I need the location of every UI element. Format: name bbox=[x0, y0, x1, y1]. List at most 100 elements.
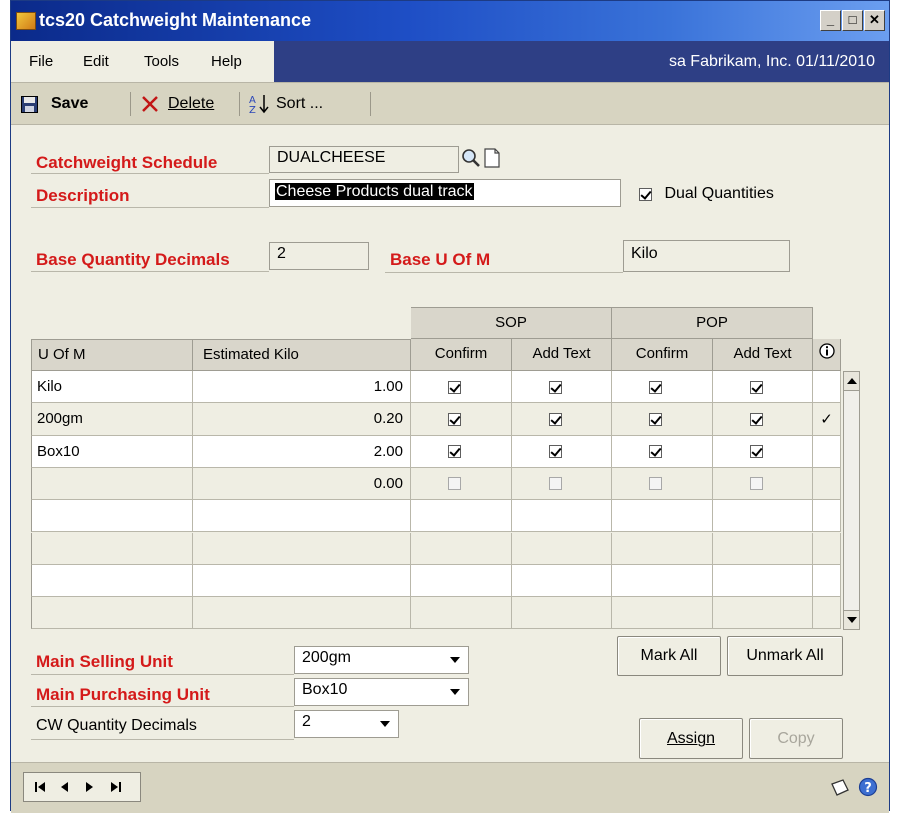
menu-help[interactable]: Help bbox=[211, 53, 242, 70]
table-row[interactable] bbox=[31, 597, 841, 630]
previous-record-icon[interactable] bbox=[60, 781, 70, 793]
sop-confirm-cell[interactable] bbox=[411, 435, 512, 468]
estimated-kilo-cell[interactable] bbox=[193, 597, 411, 630]
pop-add-text-checkbox[interactable] bbox=[750, 445, 763, 459]
uom-cell[interactable] bbox=[31, 597, 193, 630]
dual-quantities-checkbox[interactable]: Dual Quantities bbox=[639, 185, 774, 203]
pop-confirm-cell[interactable] bbox=[612, 371, 713, 404]
pop-confirm-cell[interactable] bbox=[612, 500, 713, 533]
sop-confirm-checkbox[interactable] bbox=[448, 477, 461, 491]
sop-confirm-cell[interactable] bbox=[411, 564, 512, 598]
pop-add-text-cell[interactable] bbox=[713, 371, 813, 404]
uom-cell[interactable] bbox=[31, 500, 193, 533]
header-pop-confirm[interactable]: Confirm bbox=[612, 339, 713, 371]
save-button[interactable]: Save bbox=[17, 89, 127, 119]
pop-add-text-cell[interactable] bbox=[713, 435, 813, 468]
note-icon[interactable] bbox=[829, 778, 851, 798]
pop-confirm-checkbox[interactable] bbox=[649, 412, 662, 426]
close-button[interactable]: ✕ bbox=[864, 10, 885, 31]
lookup-button[interactable] bbox=[460, 147, 481, 169]
pop-confirm-cell[interactable] bbox=[612, 403, 713, 436]
table-row[interactable]: 0.00 bbox=[31, 467, 841, 501]
pop-add-text-cell[interactable] bbox=[713, 564, 813, 598]
sop-confirm-cell[interactable] bbox=[411, 403, 512, 436]
pop-confirm-checkbox[interactable] bbox=[649, 477, 662, 491]
copy-button[interactable]: Copy bbox=[749, 718, 843, 759]
menu-edit[interactable]: Edit bbox=[83, 53, 109, 70]
minimize-button[interactable]: _ bbox=[820, 10, 841, 31]
sop-add-text-cell[interactable] bbox=[512, 403, 612, 436]
uom-cell[interactable]: Kilo bbox=[31, 371, 193, 404]
header-sop-add-text[interactable]: Add Text bbox=[512, 339, 612, 371]
header-sop-confirm[interactable]: Confirm bbox=[411, 339, 512, 371]
header-pop-add-text[interactable]: Add Text bbox=[713, 339, 813, 371]
uom-cell[interactable] bbox=[31, 467, 193, 501]
pop-confirm-cell[interactable] bbox=[612, 532, 713, 565]
sop-add-text-cell[interactable] bbox=[512, 435, 612, 468]
pop-add-text-cell[interactable] bbox=[713, 532, 813, 565]
main-selling-unit-select[interactable]: 200gm bbox=[294, 646, 469, 674]
sop-add-text-checkbox[interactable] bbox=[549, 445, 562, 459]
assign-button[interactable]: Assign bbox=[639, 718, 743, 759]
sop-confirm-cell[interactable] bbox=[411, 371, 512, 404]
main-purchasing-unit-select[interactable]: Box10 bbox=[294, 678, 469, 706]
pop-add-text-cell[interactable] bbox=[713, 467, 813, 501]
table-row[interactable] bbox=[31, 500, 841, 533]
sop-add-text-cell[interactable] bbox=[512, 597, 612, 630]
sort-button[interactable]: A Z Sort ... bbox=[243, 89, 353, 119]
uom-cell[interactable] bbox=[31, 564, 193, 598]
table-row[interactable] bbox=[31, 532, 841, 565]
table-row[interactable]: Box10 2.00 bbox=[31, 435, 841, 468]
sop-confirm-checkbox[interactable] bbox=[448, 380, 461, 394]
scroll-down-button[interactable] bbox=[844, 610, 859, 629]
unmark-all-button[interactable]: Unmark All bbox=[727, 636, 843, 676]
pop-add-text-checkbox[interactable] bbox=[750, 412, 763, 426]
sop-add-text-cell[interactable] bbox=[512, 371, 612, 404]
estimated-kilo-cell[interactable]: 0.00 bbox=[193, 467, 411, 501]
sop-add-text-cell[interactable] bbox=[512, 467, 612, 501]
schedule-field[interactable]: DUALCHEESE bbox=[269, 146, 459, 173]
sop-add-text-cell[interactable] bbox=[512, 500, 612, 533]
next-record-icon[interactable] bbox=[84, 781, 94, 793]
pop-add-text-checkbox[interactable] bbox=[750, 477, 763, 491]
sop-confirm-checkbox[interactable] bbox=[448, 412, 461, 426]
table-row[interactable]: 200gm 0.20 ✓ bbox=[31, 403, 841, 436]
estimated-kilo-cell[interactable]: 1.00 bbox=[193, 371, 411, 404]
scroll-up-button[interactable] bbox=[844, 372, 859, 391]
estimated-kilo-cell[interactable]: 2.00 bbox=[193, 435, 411, 468]
sop-add-text-checkbox[interactable] bbox=[549, 412, 562, 426]
pop-confirm-cell[interactable] bbox=[612, 435, 713, 468]
header-info[interactable] bbox=[813, 339, 841, 371]
first-record-icon[interactable] bbox=[34, 781, 48, 793]
cw-quantity-decimals-select[interactable]: 2 bbox=[294, 710, 399, 738]
pop-add-text-checkbox[interactable] bbox=[750, 380, 763, 394]
estimated-kilo-cell[interactable]: 0.20 bbox=[193, 403, 411, 436]
uom-cell[interactable]: Box10 bbox=[31, 435, 193, 468]
sop-add-text-checkbox[interactable] bbox=[549, 380, 562, 394]
pop-confirm-checkbox[interactable] bbox=[649, 380, 662, 394]
pop-add-text-cell[interactable] bbox=[713, 500, 813, 533]
table-row[interactable]: Kilo 1.00 bbox=[31, 371, 841, 404]
mark-all-button[interactable]: Mark All bbox=[617, 636, 721, 676]
pop-confirm-cell[interactable] bbox=[612, 564, 713, 598]
estimated-kilo-cell[interactable] bbox=[193, 500, 411, 533]
sop-confirm-checkbox[interactable] bbox=[448, 445, 461, 459]
sop-add-text-cell[interactable] bbox=[512, 532, 612, 565]
estimated-kilo-cell[interactable] bbox=[193, 532, 411, 565]
help-icon[interactable]: ? bbox=[858, 777, 878, 797]
sop-add-text-cell[interactable] bbox=[512, 564, 612, 598]
estimated-kilo-cell[interactable] bbox=[193, 564, 411, 598]
pop-add-text-cell[interactable] bbox=[713, 597, 813, 630]
description-field[interactable]: Cheese Products dual track bbox=[269, 179, 621, 207]
uom-cell[interactable]: 200gm bbox=[31, 403, 193, 436]
sop-confirm-cell[interactable] bbox=[411, 597, 512, 630]
pop-confirm-cell[interactable] bbox=[612, 467, 713, 501]
sop-confirm-cell[interactable] bbox=[411, 467, 512, 501]
table-row[interactable] bbox=[31, 564, 841, 598]
sop-confirm-cell[interactable] bbox=[411, 500, 512, 533]
pop-confirm-cell[interactable] bbox=[612, 597, 713, 630]
uom-cell[interactable] bbox=[31, 532, 193, 565]
delete-button[interactable]: Delete bbox=[135, 89, 235, 119]
last-record-icon[interactable] bbox=[108, 781, 122, 793]
grid-scrollbar[interactable] bbox=[843, 371, 860, 630]
